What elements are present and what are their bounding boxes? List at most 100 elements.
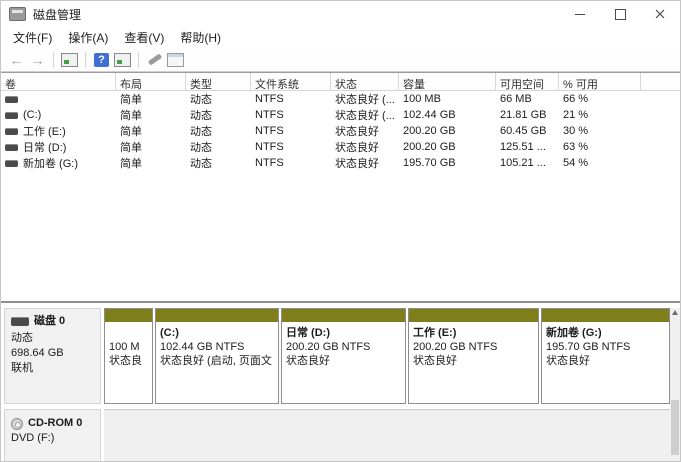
cdrom-label-panel[interactable]: CD-ROM 0 DVD (F:) — [4, 409, 101, 462]
column-header-filesystem[interactable]: 文件系统 — [251, 73, 331, 90]
disk-management-window: 磁盘管理 文件(F) 操作(A) 查看(V) 帮助(H) ← → ? 卷 布局 — [0, 0, 681, 462]
maximize-button[interactable] — [600, 1, 640, 27]
volume-type: 动态 — [186, 107, 251, 123]
partition-size: 200.20 GB NTFS — [413, 340, 535, 354]
close-button[interactable] — [640, 1, 680, 27]
partition-size: 100 M — [109, 340, 149, 354]
column-header-status[interactable]: 状态 — [331, 73, 399, 90]
volume-icon — [5, 112, 18, 119]
minimize-button[interactable] — [560, 1, 600, 27]
volume-capacity: 200.20 GB — [399, 125, 496, 137]
vertical-scrollbar[interactable] — [670, 308, 680, 462]
menu-help[interactable]: 帮助(H) — [172, 27, 229, 48]
volume-pct-free: 63 % — [559, 141, 641, 153]
volume-free: 60.45 GB — [496, 125, 559, 137]
volume-free: 125.51 ... — [496, 141, 559, 153]
partition-name: 日常 (D:) — [286, 326, 402, 340]
volume-icon — [5, 96, 18, 103]
partition-color-bar — [542, 309, 669, 322]
volume-layout: 简单 — [116, 155, 186, 171]
volume-capacity: 195.70 GB — [399, 157, 496, 169]
table-row[interactable]: 新加卷 (G:) 简单 动态 NTFS 状态良好 195.70 GB 105.2… — [1, 155, 680, 171]
disk0-size: 698.64 GB — [11, 346, 100, 361]
column-header-freespace[interactable]: 可用空间 — [496, 73, 559, 90]
partition-system[interactable]: 100 M 状态良 — [104, 308, 153, 404]
disk0-status: 联机 — [11, 361, 100, 376]
disk-drive-icon — [11, 317, 29, 326]
back-icon: ← — [10, 53, 24, 67]
partition-g[interactable]: 新加卷 (G:) 195.70 GB NTFS 状态良好 — [541, 308, 670, 404]
partition-status: 状态良 — [109, 354, 149, 368]
toolbar: ← → ? — [1, 48, 680, 72]
volume-capacity: 200.20 GB — [399, 141, 496, 153]
column-header-type[interactable]: 类型 — [186, 73, 251, 90]
minimize-icon — [575, 14, 585, 15]
volume-status: 状态良好 — [331, 155, 399, 171]
console-window-icon — [61, 53, 78, 67]
volume-icon — [5, 128, 18, 135]
partition-color-bar — [105, 309, 152, 322]
volume-status: 状态良好 (... — [331, 107, 399, 123]
volume-name: 新加卷 (G:) — [23, 155, 78, 171]
console-window-button[interactable] — [60, 51, 79, 68]
volume-status: 状态良好 (... — [331, 91, 399, 107]
volume-free: 66 MB — [496, 93, 559, 105]
volume-layout: 简单 — [116, 107, 186, 123]
volume-layout: 简单 — [116, 139, 186, 155]
scrollbar-thumb[interactable] — [671, 400, 679, 455]
partition-name — [109, 326, 149, 340]
column-header-capacity[interactable]: 容量 — [399, 73, 496, 90]
volume-list: 卷 布局 类型 文件系统 状态 容量 可用空间 % 可用 简单 动态 NTFS … — [1, 72, 680, 171]
table-row[interactable]: 日常 (D:) 简单 动态 NTFS 状态良好 200.20 GB 125.51… — [1, 139, 680, 155]
menu-file[interactable]: 文件(F) — [5, 27, 60, 48]
volume-pct-free: 54 % — [559, 157, 641, 169]
column-header-layout[interactable]: 布局 — [116, 73, 186, 90]
partition-status: 状态良好 (启动, 页面文 — [160, 354, 275, 368]
menu-view[interactable]: 查看(V) — [116, 27, 172, 48]
partition-size: 200.20 GB NTFS — [286, 340, 402, 354]
help-button[interactable]: ? — [92, 51, 111, 68]
volume-icon — [5, 144, 18, 151]
action-tool-icon — [147, 53, 161, 65]
action-tool-button[interactable] — [145, 51, 164, 68]
cdrom-media-area[interactable] — [104, 409, 671, 462]
column-header-volume[interactable]: 卷 — [1, 73, 116, 90]
pane-divider[interactable] — [1, 301, 680, 303]
partition-c[interactable]: (C:) 102.44 GB NTFS 状态良好 (启动, 页面文 — [155, 308, 279, 404]
volume-layout: 简单 — [116, 123, 186, 139]
volume-pct-free: 30 % — [559, 125, 641, 137]
menu-action[interactable]: 操作(A) — [60, 27, 116, 48]
partition-status: 状态良好 — [413, 354, 535, 368]
disk0-name: 磁盘 0 — [34, 314, 65, 329]
volume-name: 日常 (D:) — [23, 139, 66, 155]
maximize-icon — [615, 9, 626, 20]
toolbar-separator — [138, 52, 139, 68]
volume-fs: NTFS — [251, 109, 331, 121]
volume-name: 工作 (E:) — [23, 123, 66, 139]
table-row[interactable]: 简单 动态 NTFS 状态良好 (... 100 MB 66 MB 66 % — [1, 91, 680, 107]
forward-button[interactable]: → — [28, 51, 47, 68]
volume-fs: NTFS — [251, 93, 331, 105]
partition-e[interactable]: 工作 (E:) 200.20 GB NTFS 状态良好 — [408, 308, 539, 404]
table-row[interactable]: (C:) 简单 动态 NTFS 状态良好 (... 102.44 GB 21.8… — [1, 107, 680, 123]
disk0-label-panel[interactable]: 磁盘 0 动态 698.64 GB 联机 — [4, 308, 101, 404]
partition-d[interactable]: 日常 (D:) 200.20 GB NTFS 状态良好 — [281, 308, 406, 404]
close-icon — [655, 9, 665, 19]
volume-pct-free: 66 % — [559, 93, 641, 105]
partition-color-bar — [409, 309, 538, 322]
scroll-up-icon[interactable] — [672, 310, 678, 315]
partition-size: 195.70 GB NTFS — [546, 340, 666, 354]
partition-name: 工作 (E:) — [413, 326, 535, 340]
column-header-pctfree[interactable]: % 可用 — [559, 73, 641, 90]
properties-window-icon — [167, 53, 184, 67]
volume-list-header: 卷 布局 类型 文件系统 状态 容量 可用空间 % 可用 — [1, 72, 680, 91]
volume-type: 动态 — [186, 139, 251, 155]
cd-rom-icon — [11, 418, 23, 430]
volume-free: 21.81 GB — [496, 109, 559, 121]
snap-in-window-button[interactable] — [113, 51, 132, 68]
volume-capacity: 102.44 GB — [399, 109, 496, 121]
back-button[interactable]: ← — [7, 51, 26, 68]
toolbar-separator — [85, 52, 86, 68]
table-row[interactable]: 工作 (E:) 简单 动态 NTFS 状态良好 200.20 GB 60.45 … — [1, 123, 680, 139]
properties-window-button[interactable] — [166, 51, 185, 68]
